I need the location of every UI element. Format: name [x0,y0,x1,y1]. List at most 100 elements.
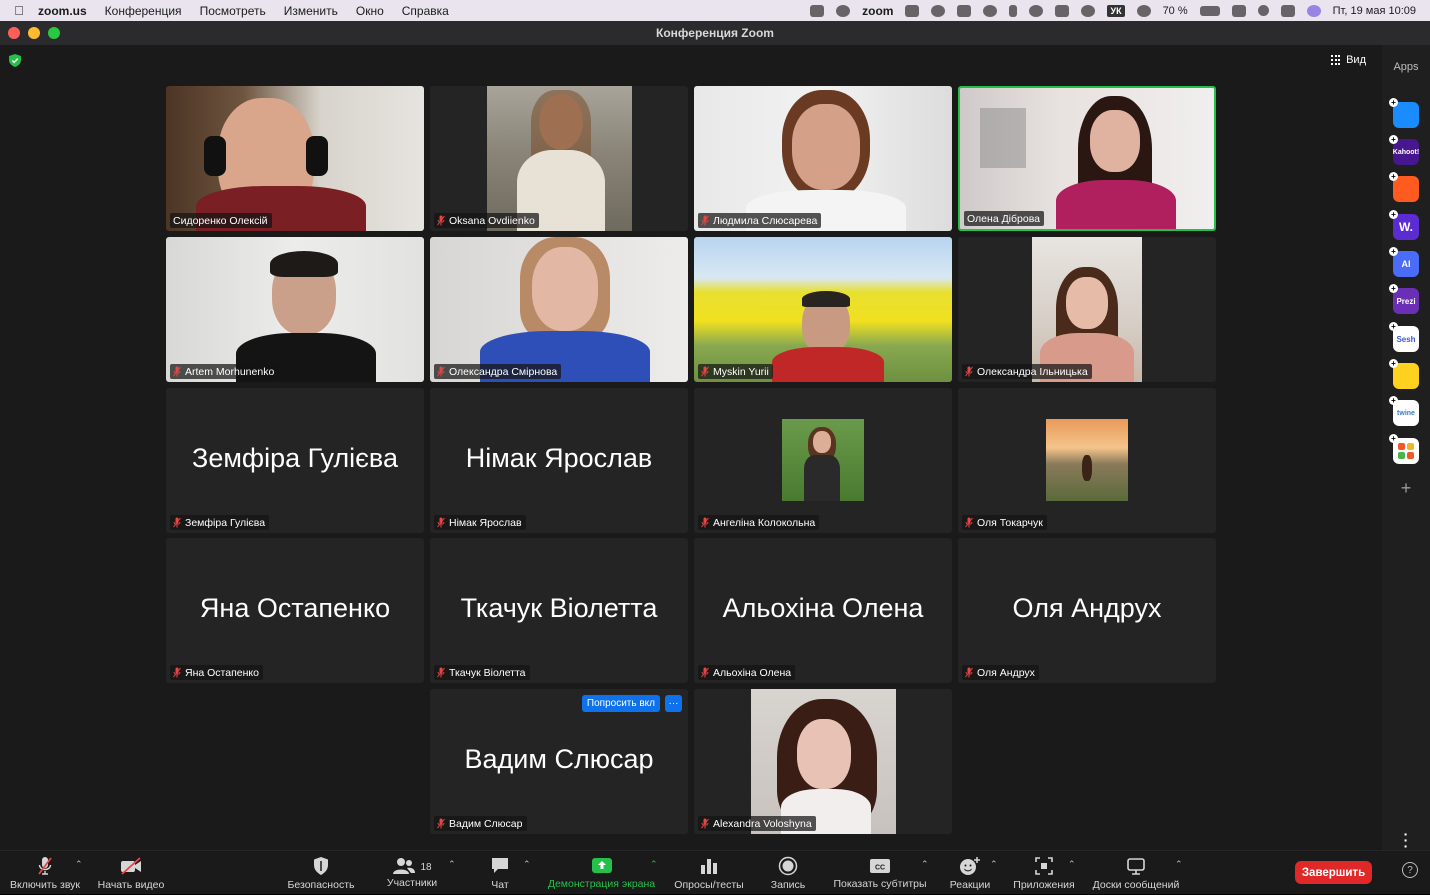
participant-tile[interactable]: Олександра Ільницька [958,237,1216,382]
participant-tile[interactable]: Оля Андрух Оля Андрух [958,538,1216,683]
battery-percent: 70 % [1162,4,1188,17]
menu-app-name[interactable]: zoom.us [38,4,87,18]
participant-tile[interactable]: Ткачук Віолетта Ткачук Віолетта [430,538,688,683]
play-icon[interactable] [1081,4,1096,17]
siri-icon[interactable] [1306,4,1321,17]
kahoot-icon[interactable]: + Kahoot! [1389,135,1419,165]
captions-options-chevron-icon[interactable]: ⌃ [921,859,929,870]
end-meeting-button[interactable]: Завершить [1295,861,1372,884]
participant-tile[interactable]: Ангеліна Колокольна [694,388,952,533]
reactions-options-chevron-icon[interactable]: ⌃ [990,859,998,870]
menu-help[interactable]: Справка [402,4,449,18]
participant-tile[interactable]: Myskin Yurii [694,237,952,382]
meeting-toolbar: Включить звук ⌃ Начать видео Безопасност… [0,850,1430,894]
twine-icon[interactable]: + twine [1389,396,1419,426]
maximize-window-button[interactable] [48,27,60,39]
participants-button[interactable]: 18 Участники [381,851,443,895]
reactions-button[interactable]: Реакции [945,851,995,895]
prezi-icon[interactable]: + Prezi [1389,284,1419,314]
ask-to-unmute-button[interactable]: Попросить вкл [581,695,660,712]
gmail-icon[interactable] [905,4,920,17]
participant-tile[interactable]: Олександра Смірнова [430,237,688,382]
chat-button[interactable]: Чат [480,851,520,895]
minimize-window-button[interactable] [28,27,40,39]
share-options-chevron-icon[interactable]: ⌃ [650,859,658,870]
participant-nameplate: Сидоренко Олексій [170,213,272,228]
bluetooth-icon[interactable] [1009,4,1018,17]
participants-options-chevron-icon[interactable]: ⌃ [448,859,456,870]
tray-icon[interactable] [983,4,998,17]
video-off-icon [121,856,141,875]
participant-tile[interactable]: Альохіна Олена Альохіна Олена [694,538,952,683]
whiteboard-icon [1127,857,1145,875]
participant-tile[interactable]: Людмила Слюсарева [694,86,952,231]
ai-app-icon[interactable]: + AI [1389,247,1419,277]
security-button[interactable]: Безопасность [281,851,361,895]
participant-nameplate: Artem Morhunenko [170,364,279,379]
participant-tile[interactable]: Оля Токарчук [958,388,1216,533]
apps-options-chevron-icon[interactable]: ⌃ [1068,859,1076,870]
share-screen-button[interactable]: Демонстрация экрана [544,851,659,895]
participant-tile[interactable]: Alexandra Voloshyna [694,689,952,834]
start-video-button[interactable]: Начать видео [94,851,168,895]
orange-app-icon[interactable]: + [1389,172,1419,202]
participants-count: 18 [420,861,432,873]
keyboard-layout-indicator[interactable]: УК [1107,4,1125,17]
battery-icon[interactable] [1199,5,1220,16]
participant-tile[interactable]: Artem Morhunenko [166,237,424,382]
view-button[interactable]: Вид [1323,51,1374,69]
user-icon[interactable] [1136,4,1151,17]
tray-icon[interactable] [810,4,825,17]
mic-muted-icon [701,366,709,377]
participant-tile[interactable]: Земфіра Гулієва Земфіра Гулієва [166,388,424,533]
participant-nameplate: Яна Остапенко [170,665,263,680]
apps-sidebar-label[interactable]: Apps [1382,61,1430,73]
add-app-icon[interactable]: + [1398,479,1414,497]
participant-tile[interactable]: Німак Ярослав Німак Ярослав [430,388,688,533]
more-options-button[interactable]: ··· [665,695,682,712]
more-vertical-icon[interactable]: · · · [1402,827,1410,853]
unmute-button[interactable]: Включить звук [8,851,82,895]
polls-button[interactable]: Опросы/тесты [670,851,748,895]
participant-tile[interactable]: Вадим Слюсар Попросить вкл ··· Вадим Слю… [430,689,688,834]
grid-app-icon[interactable]: + [1389,434,1419,464]
participant-tile[interactable]: Яна Остапенко Яна Остапенко [166,538,424,683]
search-icon[interactable] [1257,5,1269,16]
menubar-clock[interactable]: Пт, 19 мая 10:09 [1333,5,1416,17]
encryption-shield-icon[interactable] [9,54,21,67]
chat-options-chevron-icon[interactable]: ⌃ [523,859,531,870]
tray-zoom-label[interactable]: zoom [862,4,893,18]
apps-button[interactable]: Приложения [1010,851,1078,895]
help-icon[interactable]: ? [1402,862,1418,878]
participant-video [166,86,424,231]
audio-options-chevron-icon[interactable]: ⌃ [75,859,83,870]
mic-muted-icon [437,215,445,226]
close-window-button[interactable] [8,27,20,39]
wooclap-icon[interactable]: + W. [1389,210,1419,240]
menu-window[interactable]: Окно [356,4,384,18]
whiteboards-options-chevron-icon[interactable]: ⌃ [1175,859,1183,870]
apple-icon[interactable]:  [0,3,38,18]
tray-icon[interactable] [957,4,972,17]
menu-conference[interactable]: Конференция [105,4,182,18]
participant-tile-active-speaker[interactable]: Олена Діброва [958,86,1216,231]
tray-icon[interactable] [836,4,851,17]
record-button[interactable]: Запись [766,851,810,895]
control-center-icon[interactable] [1280,4,1295,17]
mic-muted-icon [701,215,709,226]
emoji-app-icon[interactable]: + [1389,359,1419,389]
menu-edit[interactable]: Изменить [284,4,338,18]
play-app-icon[interactable]: + [1389,98,1419,128]
participant-tile[interactable]: Сидоренко Олексій [166,86,424,231]
whiteboards-button[interactable]: Доски сообщений [1090,851,1182,895]
participant-tile[interactable]: Oksana Ovdiienko [430,86,688,231]
menu-view[interactable]: Посмотреть [200,4,266,18]
captions-button[interactable]: CC Показать субтитры [830,851,930,895]
airdrop-icon[interactable] [1029,4,1044,17]
sesh-icon[interactable]: + Sesh [1389,322,1419,352]
participant-name: Alexandra Voloshyna [713,817,812,830]
participant-nameplate: Людмила Слюсарева [698,213,822,228]
tray-icon[interactable] [1055,4,1070,17]
tray-icon[interactable] [931,4,946,17]
tray-icon[interactable] [1231,4,1246,17]
